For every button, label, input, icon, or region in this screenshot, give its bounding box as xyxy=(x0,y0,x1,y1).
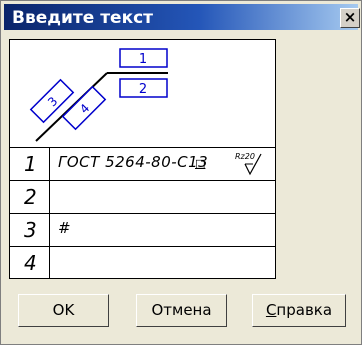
row-number: 3 xyxy=(24,218,37,242)
cancel-button[interactable]: Отмена xyxy=(136,294,227,327)
ok-button-label: OK xyxy=(52,301,75,319)
row-number: 1 xyxy=(24,152,37,176)
dialog-title: Введите текст xyxy=(12,8,154,28)
row-number-cell: 3 xyxy=(10,214,50,246)
input-text-dialog: Введите текст × 1 2 3 4 1 ГОСТ 5264-80-С… xyxy=(0,0,362,345)
row-number-cell: 1 xyxy=(10,148,50,180)
text-row-4[interactable]: 4 xyxy=(10,246,275,279)
diagram-label-2: 2 xyxy=(139,82,147,97)
row-value[interactable]: ГОСТ 5264-80-С13 xyxy=(58,153,208,171)
roughness-value: Rz20 xyxy=(235,152,255,161)
weld-leader-diagram: 1 2 3 4 xyxy=(29,48,168,142)
text-row-2[interactable]: 2 xyxy=(10,180,275,213)
ok-button[interactable]: OK xyxy=(18,294,109,327)
weld-contour-icon: □ xyxy=(195,157,206,170)
row-number-cell: 2 xyxy=(10,181,50,213)
help-button-accesskey: С xyxy=(265,301,277,319)
text-row-1[interactable]: 1 ГОСТ 5264-80-С13 □ Rz20 xyxy=(10,147,275,180)
row-value[interactable]: # xyxy=(58,219,71,237)
help-button-label: правка xyxy=(276,301,333,319)
diagram-label-1: 1 xyxy=(139,52,147,67)
row-number: 4 xyxy=(24,251,37,275)
row-number-cell: 4 xyxy=(10,247,50,279)
help-button[interactable]: Справка xyxy=(252,294,346,327)
close-icon: × xyxy=(343,8,357,26)
close-button[interactable]: × xyxy=(340,8,360,28)
text-row-3[interactable]: 3 # xyxy=(10,213,275,246)
weld-label-panel: 1 2 3 4 1 ГОСТ 5264-80-С13 □ Rz20 2 3 # … xyxy=(9,39,276,279)
cancel-button-label: Отмена xyxy=(151,301,212,319)
surface-roughness-icon: Rz20 xyxy=(235,152,262,176)
title-bar: Введите текст × xyxy=(4,4,360,30)
row-number: 2 xyxy=(24,185,37,209)
